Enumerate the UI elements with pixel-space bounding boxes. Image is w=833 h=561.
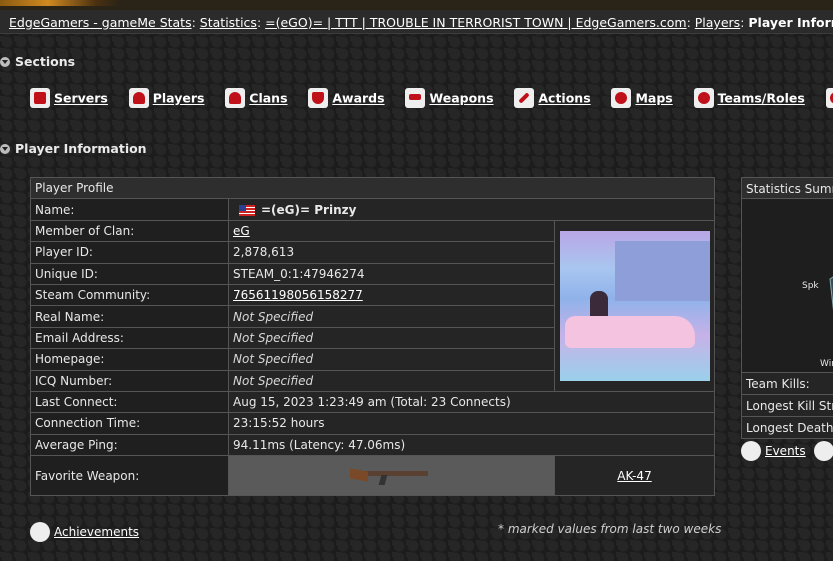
player-links: Events [741, 441, 833, 461]
player-avatar [559, 230, 710, 381]
nav-players[interactable]: Players [128, 88, 204, 108]
row-label: Name: [30, 198, 229, 221]
nav-weapons[interactable]: Weapons [405, 88, 494, 108]
trophy-icon [308, 88, 329, 108]
row-label: Favorite Weapon: [30, 455, 229, 497]
clan-icon [225, 88, 246, 108]
player-icon [128, 88, 149, 108]
row-label: Email Address: [30, 326, 229, 350]
row-label: Unique ID: [30, 262, 229, 285]
longest-death-streak-label: Longest Death [741, 417, 833, 439]
clan-value: eG [228, 219, 555, 243]
real-name: Not Specified [233, 309, 314, 324]
team-kills-label: Team Kills: [741, 373, 833, 395]
refresh-icon [693, 88, 714, 108]
sections-header[interactable]: Sections [0, 54, 75, 69]
collapse-icon [0, 144, 10, 154]
radar-shape [829, 276, 833, 311]
nav-awards[interactable]: Awards [308, 88, 385, 108]
player-info-header[interactable]: Player Information [0, 141, 147, 156]
unique-id: STEAM_0:1:47946274 [228, 262, 555, 285]
gun-icon [405, 88, 426, 108]
achievements-link-wrap[interactable]: Achievements [30, 522, 139, 542]
footnote: * marked values from last two weeks [498, 522, 722, 536]
nav-maps[interactable]: Maps [611, 88, 673, 108]
homepage: Not Specified [233, 352, 314, 367]
breadcrumb-current: Player Information [748, 15, 833, 30]
breadcrumb-site[interactable]: EdgeGamers - gameMe Stats [9, 15, 192, 30]
nav-servers[interactable]: Servers [30, 88, 108, 108]
ak47-icon [349, 463, 434, 486]
clock-icon [741, 441, 761, 461]
player-id: 2,878,613 [228, 241, 555, 264]
player-name: =(eG)= Prinzy [228, 198, 715, 221]
us-flag-icon [239, 204, 255, 216]
crosshair-icon [611, 88, 632, 108]
breadcrumb-players[interactable]: Players [695, 15, 740, 30]
chat-icon [825, 88, 833, 108]
nav-more[interactable] [825, 88, 833, 108]
row-label: Average Ping: [30, 433, 229, 457]
nav-teams-roles[interactable]: Teams/Roles [693, 88, 805, 108]
site-logo [0, 0, 120, 6]
last-connect: Aug 15, 2023 1:23:49 am (Total: 23 Conne… [228, 390, 715, 414]
avatar-cell [554, 219, 715, 392]
steam-icon [30, 522, 50, 542]
email-address: Not Specified [233, 330, 314, 345]
row-label: ICQ Number: [30, 369, 229, 392]
server-icon [30, 88, 50, 108]
stats-title: Statistics Summ [741, 177, 833, 199]
row-label: Last Connect: [30, 390, 229, 414]
nav-actions[interactable]: Actions [514, 88, 591, 108]
player-profile-table: Player Profile Name: =(eG)= Prinzy Membe… [30, 176, 715, 497]
statistics-summary: Statistics Summ Spk Win Team Kills: Long… [741, 177, 833, 439]
connection-time: 23:15:52 hours [228, 412, 715, 435]
row-label: Real Name: [30, 305, 229, 328]
favorite-weapon-link[interactable]: AK-47 [617, 469, 651, 483]
longest-kill-streak-label: Longest Kill Str [741, 395, 833, 417]
breadcrumb-game[interactable]: =(eGO)= | TTT | TROUBLE IN TERRORIST TOW… [265, 15, 686, 30]
row-label: Homepage: [30, 348, 229, 371]
nav-clans[interactable]: Clans [225, 88, 288, 108]
average-ping: 94.11ms (Latency: 47.06ms) [228, 433, 715, 457]
steam-community-link[interactable]: 76561198056158277 [233, 288, 363, 302]
collapse-icon [0, 57, 10, 67]
row-label: Player ID: [30, 241, 229, 264]
clan-link[interactable]: eG [233, 224, 250, 238]
top-banner [0, 0, 833, 10]
wrench-icon [514, 88, 535, 108]
profile-title: Player Profile [30, 176, 715, 200]
breadcrumb: EdgeGamers - gameMe Stats: Statistics: =… [0, 10, 833, 34]
weapon-image-cell [228, 455, 555, 497]
breadcrumb-statistics[interactable]: Statistics [200, 15, 257, 30]
stats-radar-graph: Spk Win [741, 199, 833, 373]
award-icon [813, 441, 833, 461]
row-label: Connection Time: [30, 412, 229, 435]
achievements-link[interactable]: Achievements [54, 525, 139, 539]
row-label: Member of Clan: [30, 219, 229, 243]
row-label: Steam Community: [30, 283, 229, 307]
icq-number: Not Specified [233, 373, 314, 388]
sections-nav: Servers Players Clans Awards Weapons Act… [30, 88, 833, 108]
events-link[interactable]: Events [765, 444, 806, 458]
